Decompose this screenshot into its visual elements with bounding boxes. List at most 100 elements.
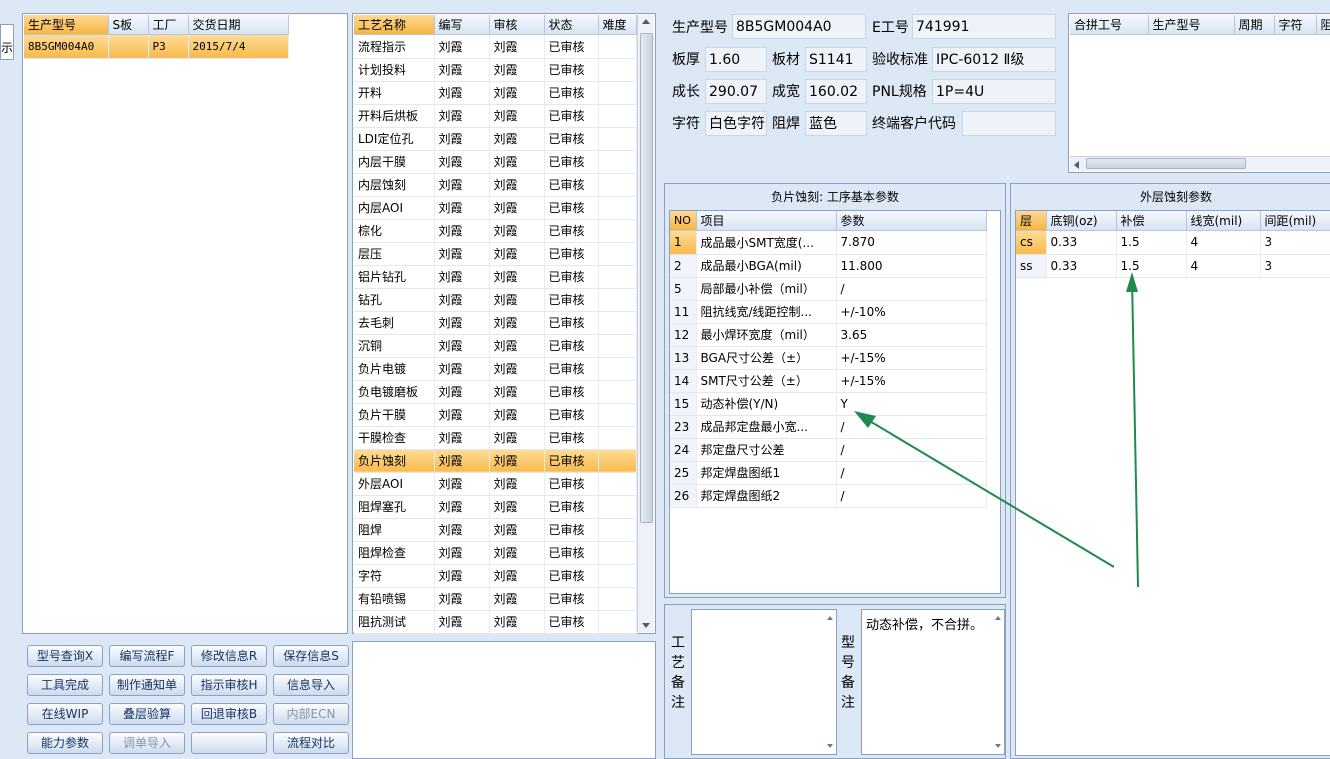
table-row[interactable]: 负片干膜 刘霞 刘霞 已审核	[354, 403, 637, 427]
table-row[interactable]: 内层AOI 刘霞 刘霞 已审核	[354, 196, 637, 220]
table-row[interactable]: 13 BGA尺寸公差（±） +/-15%	[670, 346, 987, 370]
process-scrollbar[interactable]	[637, 15, 654, 632]
process-remark-scrollbar[interactable]	[824, 610, 836, 754]
material-value[interactable]: S1141	[805, 47, 867, 72]
col-header-linewidth[interactable]: 线宽(mil)	[1186, 211, 1261, 231]
table-row[interactable]: 开料 刘霞 刘霞 已审核	[354, 81, 637, 105]
col-header-combine-model[interactable]: 生产型号	[1148, 15, 1235, 35]
table-row[interactable]: 阻抗测试 刘霞 刘霞 已审核	[354, 610, 637, 634]
online-wip-button[interactable]: 在线WIP	[27, 703, 103, 725]
process-remark-box[interactable]	[691, 609, 837, 755]
col-header-process-name[interactable]: 工艺名称	[354, 15, 435, 35]
stackup-check-button[interactable]: 叠层验算	[109, 703, 185, 725]
col-header-base-copper[interactable]: 底铜(oz)	[1046, 211, 1117, 231]
model-value[interactable]: 8B5GM004A0	[732, 14, 866, 39]
table-row[interactable]: cs 0.33 1.5 4 3	[1016, 231, 1330, 255]
table-row[interactable]: 内层蚀刻 刘霞 刘霞 已审核	[354, 173, 637, 197]
scroll-down-icon[interactable]	[642, 623, 650, 628]
length-value[interactable]: 290.07	[705, 79, 767, 104]
table-row[interactable]: LDI定位孔 刘霞 刘霞 已审核	[354, 127, 637, 151]
table-row[interactable]: 2 成品最小BGA(mil) 11.800	[670, 254, 987, 278]
table-row[interactable]: 去毛刺 刘霞 刘霞 已审核	[354, 311, 637, 335]
table-row[interactable]: 开料后烘板 刘霞 刘霞 已审核	[354, 104, 637, 128]
table-row[interactable]: 1 成品最小SMT宽度(... 7.870	[670, 231, 987, 255]
blank-button[interactable]	[191, 732, 267, 754]
tool-done-button[interactable]: 工具完成	[27, 674, 103, 696]
table-row[interactable]: 层压 刘霞 刘霞 已审核	[354, 242, 637, 266]
table-row[interactable]: 阻焊 刘霞 刘霞 已审核	[354, 518, 637, 542]
table-row[interactable]: 5 局部最小补偿（mil） /	[670, 277, 987, 301]
col-header-difficulty[interactable]: 难度	[598, 15, 637, 35]
table-row[interactable]: 15 动态补偿(Y/N) Y	[670, 392, 987, 416]
table-row[interactable]: 沉铜 刘霞 刘霞 已审核	[354, 334, 637, 358]
table-row[interactable]: 23 成品邦定盘最小宽... /	[670, 415, 987, 439]
col-header-author[interactable]: 编写	[434, 15, 490, 35]
model-remark-box[interactable]: 动态补偿，不合拼。	[861, 609, 1005, 755]
col-header-model[interactable]: 生产型号	[24, 15, 109, 35]
col-header-delivery[interactable]: 交货日期	[188, 15, 289, 35]
table-row[interactable]: 铝片钻孔 刘霞 刘霞 已审核	[354, 265, 637, 289]
col-header-item[interactable]: 项目	[696, 211, 837, 231]
table-row[interactable]: 26 邦定焊盘图纸2/	[670, 484, 987, 508]
table-row[interactable]: 25 邦定焊盘图纸1/	[670, 461, 987, 485]
table-row[interactable]: 14 SMT尺寸公差（±） +/-15%	[670, 369, 987, 393]
model-remark-scrollbar[interactable]	[992, 610, 1004, 754]
flow-compare-button[interactable]: 流程对比	[273, 732, 349, 754]
thickness-value[interactable]: 1.60	[705, 47, 767, 72]
table-row[interactable]: 内层干膜 刘霞 刘霞 已审核	[354, 150, 637, 174]
width-value[interactable]: 160.02	[805, 79, 867, 104]
model-query-button[interactable]: 型号查询X	[27, 645, 103, 667]
table-row[interactable]: 外层AOI 刘霞 刘霞 已审核	[354, 472, 637, 496]
table-row[interactable]: 棕化 刘霞 刘霞 已审核	[354, 219, 637, 243]
scroll-down-icon[interactable]	[827, 744, 833, 748]
table-row[interactable]: 钻孔 刘霞 刘霞 已审核	[354, 288, 637, 312]
col-header-layer[interactable]: 层	[1016, 211, 1047, 231]
col-header-status[interactable]: 状态	[544, 15, 599, 35]
col-header-compensation[interactable]: 补偿	[1116, 211, 1187, 231]
pnl-value[interactable]: 1P=4U	[932, 79, 1056, 104]
table-row[interactable]: 负片电镀 刘霞 刘霞 已审核	[354, 357, 637, 381]
make-notice-button[interactable]: 制作通知单	[109, 674, 185, 696]
col-header-period[interactable]: 周期	[1234, 15, 1275, 35]
scroll-up-icon[interactable]	[642, 19, 650, 24]
write-flow-button[interactable]: 编写流程F	[109, 645, 185, 667]
capability-params-button[interactable]: 能力参数	[27, 732, 103, 754]
scroll-down-icon[interactable]	[995, 744, 1001, 748]
col-header-param[interactable]: 参数	[836, 211, 987, 231]
table-row[interactable]: 负片蚀刻 刘霞 刘霞 已审核	[354, 449, 637, 473]
table-row[interactable]: 8B5GM004A0 P3 2015/7/4	[24, 35, 289, 59]
scroll-left-icon[interactable]	[1074, 161, 1079, 169]
col-header-factory[interactable]: 工厂	[148, 15, 189, 35]
col-header-reviewer[interactable]: 审核	[489, 15, 545, 35]
table-row[interactable]: 流程指示 刘霞 刘霞 已审核	[354, 35, 637, 59]
table-row[interactable]: 12 最小焊环宽度（mil） 3.65	[670, 323, 987, 347]
table-row[interactable]: 字符 刘霞 刘霞 已审核	[354, 564, 637, 588]
scroll-up-icon[interactable]	[827, 616, 833, 620]
col-header-no[interactable]: NO	[670, 211, 697, 231]
save-info-button[interactable]: 保存信息S	[273, 645, 349, 667]
e-number-value[interactable]: 741991	[912, 14, 1056, 39]
standard-value[interactable]: IPC-6012 Ⅱ级	[932, 47, 1056, 72]
scroll-up-icon[interactable]	[995, 616, 1001, 620]
table-row[interactable]: ss 0.33 1.5 4 3	[1016, 254, 1330, 278]
col-header-char[interactable]: 字符	[1274, 15, 1317, 35]
hscroll-thumb[interactable]	[1086, 158, 1246, 169]
col-header-spacing[interactable]: 间距(mil)	[1260, 211, 1330, 231]
char-value[interactable]: 白色字符	[705, 111, 767, 136]
col-header-mask[interactable]: 阻焊	[1316, 15, 1330, 35]
table-row[interactable]: 阻焊检查 刘霞 刘霞 已审核	[354, 541, 637, 565]
table-row[interactable]: 计划投料 刘霞 刘霞 已审核	[354, 58, 637, 82]
order-import-button[interactable]: 调单导入	[109, 732, 185, 754]
table-row[interactable]: 有铅喷锡 刘霞 刘霞 已审核	[354, 587, 637, 611]
combine-hscrollbar[interactable]	[1070, 156, 1330, 171]
col-header-combine-no[interactable]: 合拼工号	[1070, 15, 1149, 35]
table-row[interactable]: 11 阻抗线宽/线距控制... +/-10%	[670, 300, 987, 324]
col-header-sboard[interactable]: S板	[108, 15, 149, 35]
table-row[interactable]: 24 邦定盘尺寸公差 /	[670, 438, 987, 462]
table-row[interactable]: 干膜检查 刘霞 刘霞 已审核	[354, 426, 637, 450]
table-row[interactable]: 负电镀磨板 刘霞 刘霞 已审核	[354, 380, 637, 404]
info-import-button[interactable]: 信息导入	[273, 674, 349, 696]
mask-value[interactable]: 蓝色	[805, 111, 867, 136]
internal-ecn-button[interactable]: 内部ECN	[273, 703, 349, 725]
customer-value[interactable]	[962, 111, 1056, 136]
